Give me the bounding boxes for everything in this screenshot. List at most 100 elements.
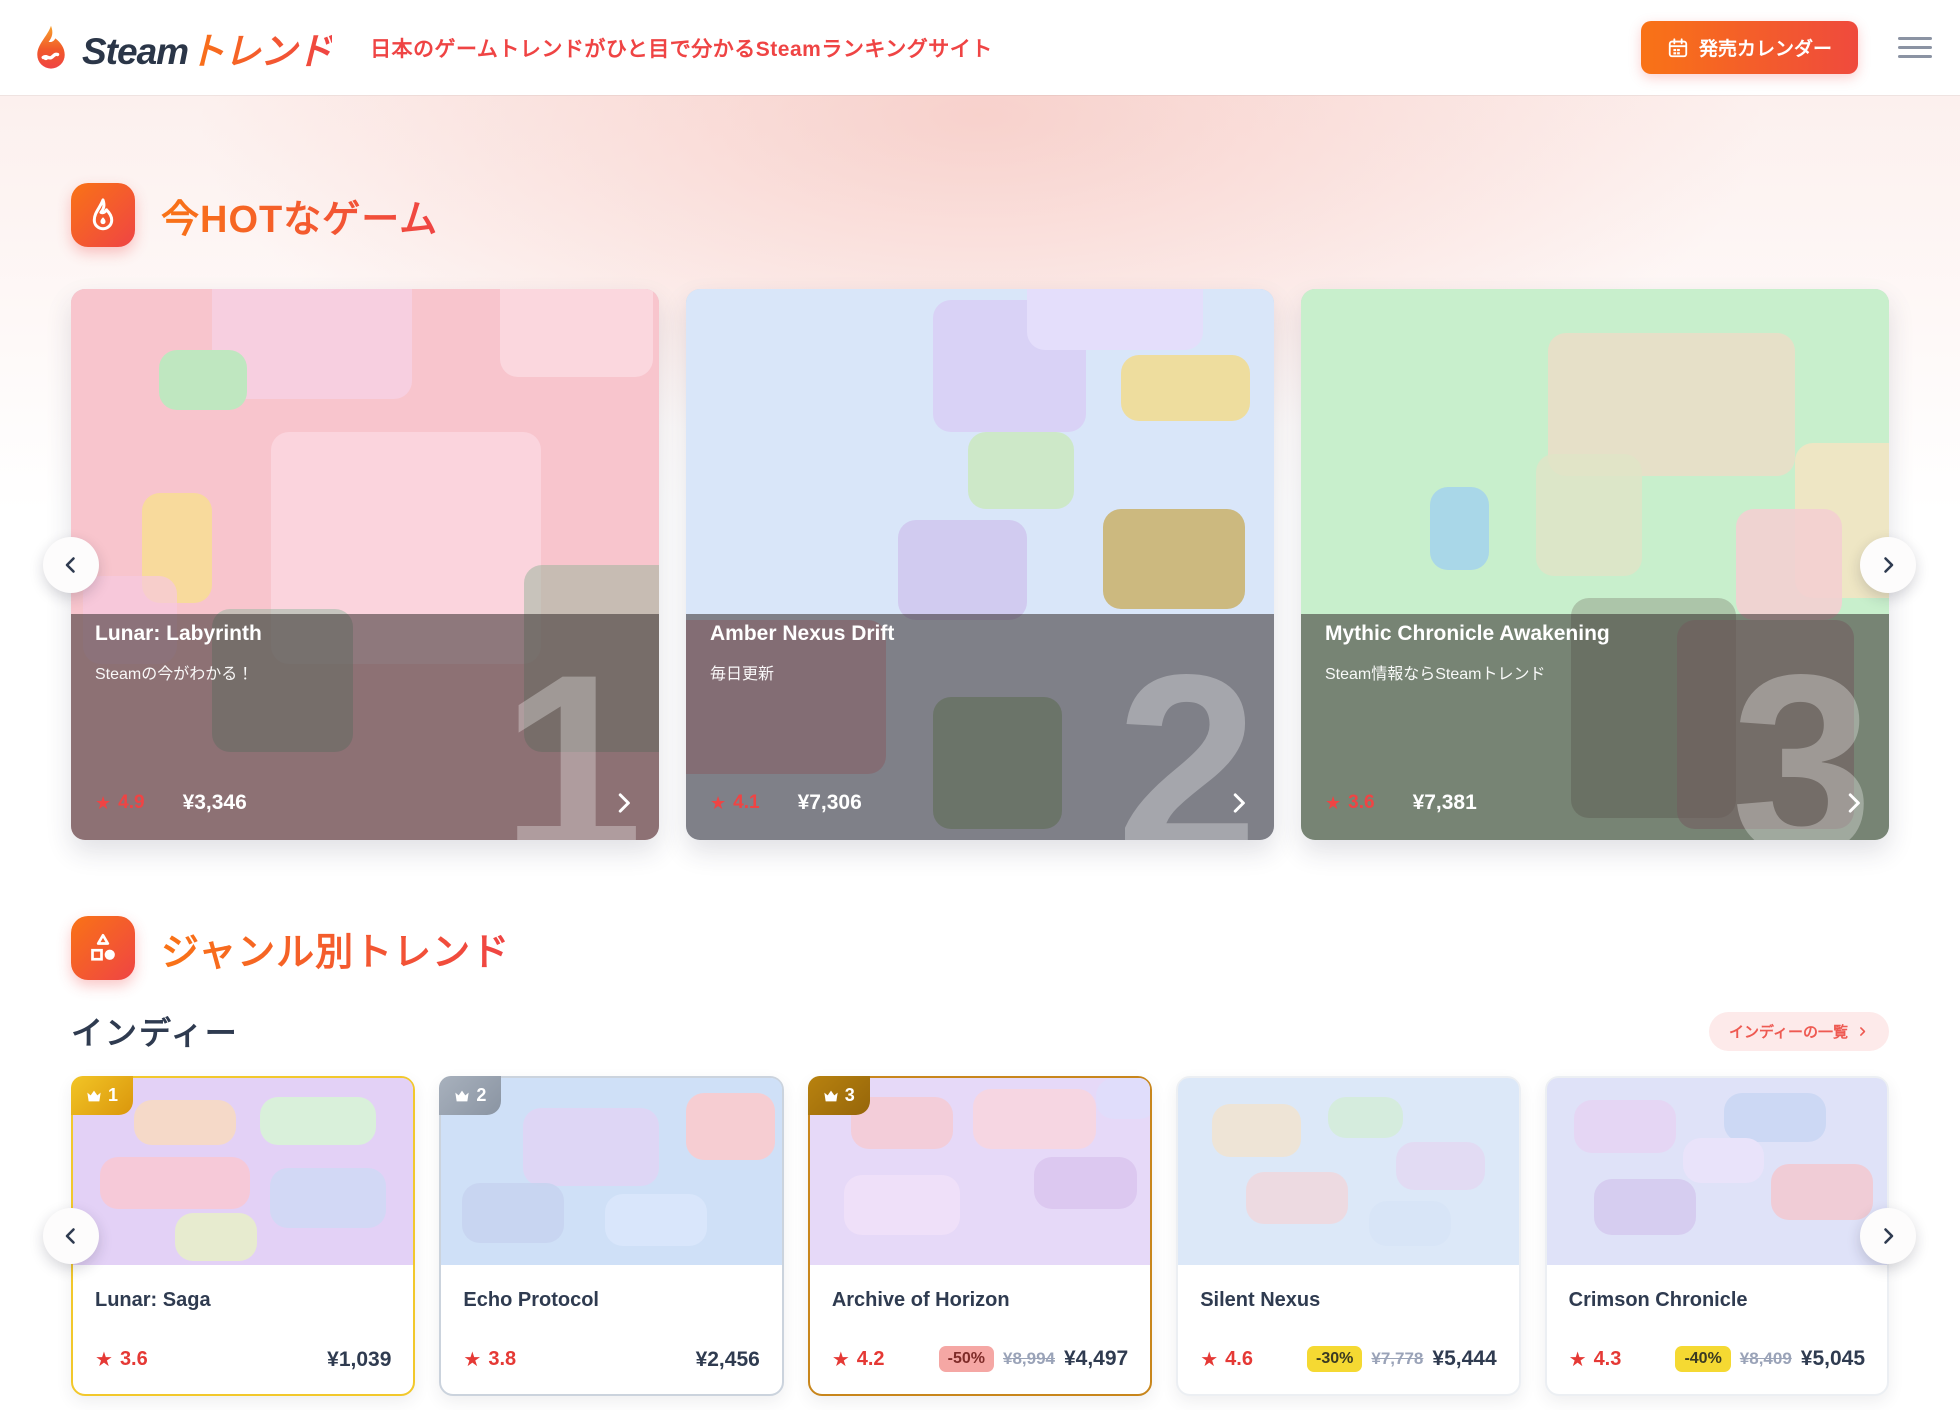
game-title: Silent Nexus [1200,1289,1496,1312]
game-rating: 4.9 [118,792,144,814]
game-title: Archive of Horizon [832,1289,1128,1312]
chevron-right-icon[interactable] [1224,788,1254,818]
game-price: ¥2,456 [696,1348,760,1372]
game-title: Lunar: Labyrinth [95,622,635,646]
star-icon: ★ [1200,1347,1218,1372]
discount-badge: -30% [1307,1346,1362,1372]
genre-game-card-1[interactable]: 1 Lunar: Saga ★ 3.6 ¥1,039 [71,1076,415,1396]
star-icon: ★ [832,1347,850,1372]
game-meta: ★ 3.6 ¥1,039 [95,1347,391,1372]
genre-view-all-label: インディーの一覧 [1729,1021,1848,1042]
genre-game-card-5[interactable]: Crimson Chronicle ★ 4.3 -40% ¥8,409 ¥5,0… [1545,1076,1889,1396]
hot-carousel-prev-button[interactable] [43,537,99,593]
hot-carousel-next-button[interactable] [1860,537,1916,593]
hot-game-card-2[interactable]: 2 Amber Nexus Drift 毎日更新 ★ 4.1 ¥7,306 [686,289,1274,840]
star-icon: ★ [463,1347,481,1372]
header: Steamトレンド 日本のゲームトレンドがひと目で分かるSteamランキングサイ… [0,0,1960,95]
game-title: Lunar: Saga [95,1289,391,1312]
game-rating: 4.6 [1225,1348,1253,1371]
price-group: -30% ¥7,778 ¥5,444 [1307,1346,1497,1372]
hot-card-info: Mythic Chronicle Awakening Steam情報ならStea… [1301,289,1889,840]
discount-badge: -50% [939,1346,994,1372]
game-title: Crimson Chronicle [1569,1289,1865,1312]
star-icon: ★ [1569,1347,1587,1372]
chevron-right-icon[interactable] [609,788,639,818]
genre-game-card-2[interactable]: 2 Echo Protocol ★ 3.8 ¥2,456 [439,1076,783,1396]
hot-section-title: 今HOTなゲーム [161,188,438,243]
rank-badge: 3 [808,1076,870,1115]
price-group: ¥2,456 [696,1348,760,1372]
game-price: ¥4,497 [1064,1347,1128,1371]
game-rating: 3.6 [1348,792,1374,814]
game-title: Mythic Chronicle Awakening [1325,622,1865,646]
game-cover-image [1178,1078,1518,1265]
old-price: ¥8,994 [1003,1349,1055,1369]
price-group: -50% ¥8,994 ¥4,497 [939,1346,1129,1372]
game-meta: ★ 4.6 -30% ¥7,778 ¥5,444 [1200,1346,1496,1372]
game-meta: ★ 3.8 ¥2,456 [463,1347,759,1372]
rank-number: 2 [476,1085,486,1106]
brand-name: Steamトレンド [82,21,332,75]
release-calendar-button[interactable]: 発売カレンダー [1641,21,1858,74]
price-group: ¥1,039 [327,1348,391,1372]
hot-section-header: 今HOTなゲーム [71,183,1889,247]
game-title: Amber Nexus Drift [710,622,1250,646]
genre-carousel-next-button[interactable] [1860,1208,1916,1264]
crown-icon [454,1089,470,1103]
menu-hamburger-icon[interactable] [1898,37,1932,58]
rank-badge: 1 [71,1076,133,1115]
calendar-icon [1667,37,1689,59]
genre-subsection-row: インディー インディーの一覧 [71,1008,1889,1054]
page: Steamトレンド 日本のゲームトレンドがひと目で分かるSteamランキングサイ… [0,0,1960,1410]
genre-game-card-4[interactable]: Silent Nexus ★ 4.6 -30% ¥7,778 ¥5,444 [1176,1076,1520,1396]
game-subtitle: 毎日更新 [710,660,1250,684]
star-icon: ★ [95,793,111,814]
game-rating: 3.6 [120,1348,148,1371]
game-price: ¥3,346 [183,791,247,815]
old-price: ¥8,409 [1740,1349,1792,1369]
rank-badge: 2 [439,1076,501,1115]
genre-carousel-prev-button[interactable] [43,1208,99,1264]
star-icon: ★ [710,793,726,814]
flame-logo-icon [30,24,72,72]
genre-view-all-link[interactable]: インディーの一覧 [1709,1012,1889,1051]
game-meta: ★ 4.9 ¥3,346 [95,788,639,818]
flame-section-icon [71,183,135,247]
hot-carousel: 1 Lunar: Labyrinth Steamの今がわかる！ ★ 4.9 ¥3… [71,289,1889,840]
hot-card-info: Lunar: Labyrinth Steamの今がわかる！ ★ 4.9 ¥3,3… [71,289,659,840]
genre-section-header: ジャンル別トレンド [71,916,1889,980]
brand-trend-text: トレンド [188,31,332,72]
rank-number: 1 [108,1085,118,1106]
game-rating: 4.2 [857,1348,885,1371]
rank-number: 3 [845,1085,855,1106]
chevron-right-icon [1856,1025,1869,1038]
game-rating: 4.3 [1594,1348,1622,1371]
shapes-section-icon [71,916,135,980]
hot-game-card-3[interactable]: 3 Mythic Chronicle Awakening Steam情報ならSt… [1301,289,1889,840]
brand-steam-text: Steam [82,31,188,72]
release-calendar-label: 発売カレンダー [1699,34,1832,61]
game-price: ¥5,444 [1432,1347,1496,1371]
discount-badge: -40% [1675,1346,1730,1372]
game-price: ¥1,039 [327,1348,391,1372]
game-subtitle: Steam情報ならSteamトレンド [1325,660,1865,684]
game-price: ¥7,306 [798,791,862,815]
game-price: ¥5,045 [1801,1347,1865,1371]
genre-card-info: Archive of Horizon ★ 4.2 -50% ¥8,994 ¥4,… [810,1265,1150,1394]
site-tagline: 日本のゲームトレンドがひと目で分かるSteamランキングサイト [370,33,993,63]
price-group: -40% ¥8,409 ¥5,045 [1675,1346,1865,1372]
chevron-right-icon[interactable] [1839,788,1869,818]
old-price: ¥7,778 [1371,1349,1423,1369]
hot-game-card-1[interactable]: 1 Lunar: Labyrinth Steamの今がわかる！ ★ 4.9 ¥3… [71,289,659,840]
game-cover-image [1547,1078,1887,1265]
game-rating: 3.8 [488,1348,516,1371]
crown-icon [86,1089,102,1103]
brand-logo[interactable]: Steamトレンド [30,21,332,75]
game-rating: 4.1 [733,792,759,814]
game-meta: ★ 3.6 ¥7,381 [1325,788,1869,818]
genre-card-info: Echo Protocol ★ 3.8 ¥2,456 [441,1265,781,1394]
game-meta: ★ 4.2 -50% ¥8,994 ¥4,497 [832,1346,1128,1372]
genre-game-card-3[interactable]: 3 Archive of Horizon ★ 4.2 -50% [808,1076,1152,1396]
genre-subsection-title: インディー [71,1008,239,1054]
crown-icon [823,1089,839,1103]
